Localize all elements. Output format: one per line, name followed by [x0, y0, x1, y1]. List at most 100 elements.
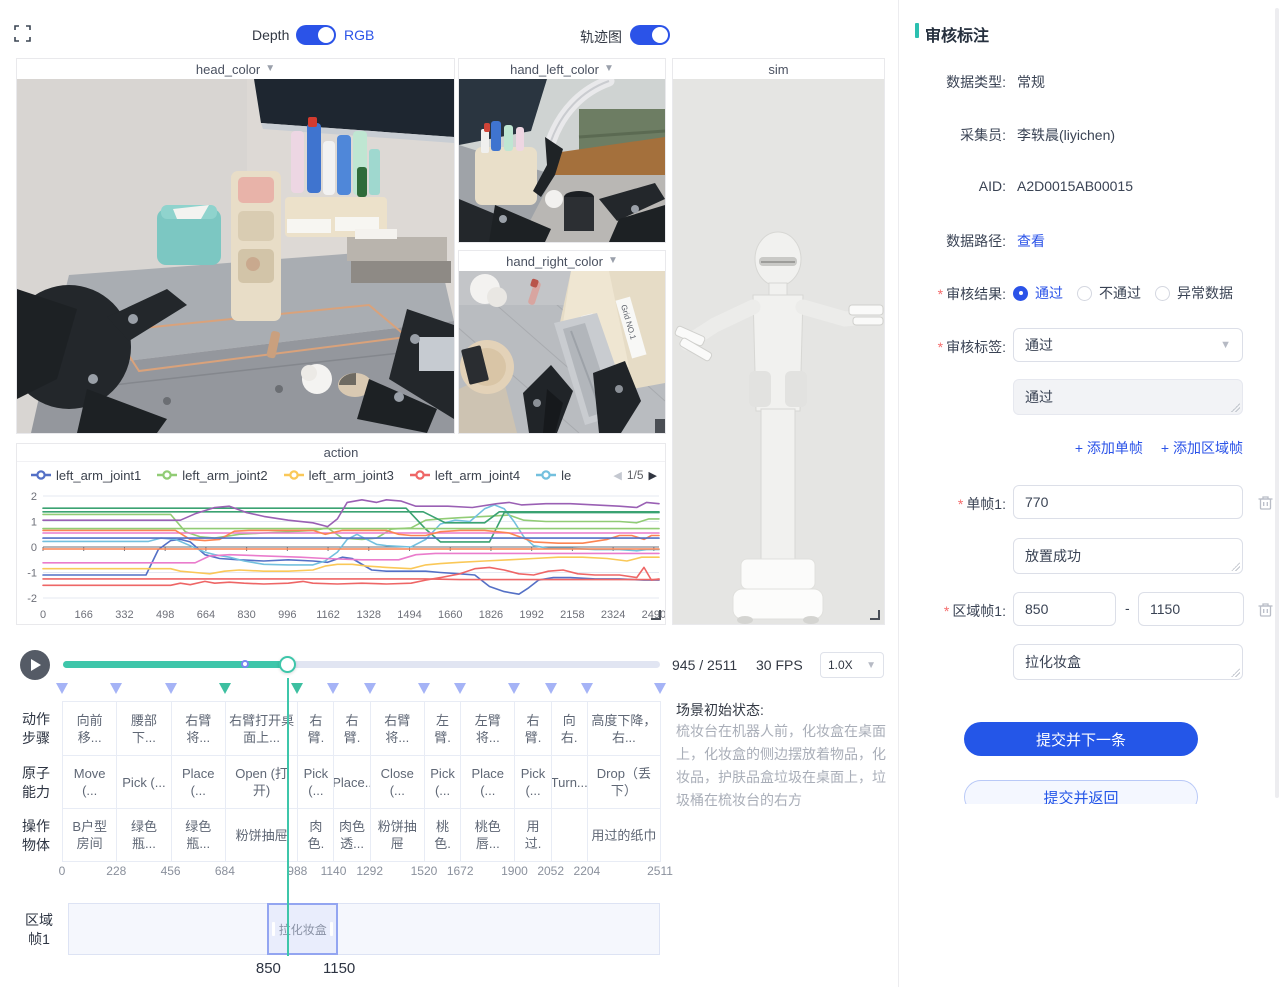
trajectory-toggle[interactable]	[630, 25, 670, 45]
timeline-marker[interactable]	[654, 683, 666, 700]
segment-cell[interactable]: Place..	[334, 756, 370, 809]
legend-item[interactable]: left_arm_joint1	[31, 468, 141, 483]
delete-region-frame-icon[interactable]	[1257, 601, 1274, 618]
progress-handle[interactable]	[279, 656, 296, 673]
segment-cell[interactable]: 右臂.	[515, 702, 551, 756]
single-frame-input[interactable]: 770	[1013, 485, 1243, 519]
segment-cell[interactable]: Pick (...	[515, 756, 551, 809]
svg-text:1494: 1494	[397, 609, 421, 621]
timeline-marker[interactable]	[418, 683, 430, 700]
data-path-link[interactable]: 查看	[1017, 231, 1045, 251]
review-result-radio[interactable]: 异常数据	[1155, 283, 1233, 303]
segment-cell[interactable]	[552, 809, 588, 862]
segment-cell[interactable]: Close (...	[371, 756, 425, 809]
segment-cell[interactable]: 肉色.	[298, 809, 334, 862]
segment-cell[interactable]: 右臂将...	[172, 702, 226, 756]
legend-item[interactable]: left_arm_joint4	[410, 468, 520, 483]
segment-cell[interactable]: 高度下降，右...	[588, 702, 661, 756]
legend-page-indicator: 1/5	[627, 468, 644, 482]
segment-cell[interactable]: 桃色.	[425, 809, 461, 862]
panel-scrollbar[interactable]	[1275, 8, 1279, 798]
scene-state-body: 梳妆台在机器人前，化妆盒在桌面上，化妆盒的侧边摆放着物品，化妆品，护肤品盒垃圾在…	[676, 720, 894, 812]
hand-left-camera-title[interactable]: hand_left_color ▼	[459, 59, 665, 79]
segment-cell[interactable]: 腰部下...	[117, 702, 171, 756]
depth-rgb-toggle[interactable]	[296, 25, 336, 45]
segment-cell[interactable]: B户型房间	[63, 809, 117, 862]
timeline-marker[interactable]	[454, 683, 466, 700]
segment-cell[interactable]: Turn...	[552, 756, 588, 809]
chevron-down-icon: ▼	[265, 63, 275, 74]
legend-item[interactable]: left_arm_joint2	[157, 468, 267, 483]
single-frame-dot[interactable]	[241, 660, 249, 668]
segment-cell[interactable]: Move (...	[63, 756, 117, 809]
region-segment[interactable]: 拉化妆盒	[267, 903, 338, 955]
region-left-handle[interactable]	[272, 922, 275, 936]
head-camera-title[interactable]: head_color ▼	[17, 59, 454, 79]
sim-robot-image[interactable]	[673, 79, 884, 624]
timeline-marker[interactable]	[219, 683, 231, 700]
segment-cell[interactable]: 向右.	[552, 702, 588, 756]
delete-single-frame-icon[interactable]	[1257, 494, 1274, 511]
resize-corner-icon[interactable]	[651, 610, 661, 620]
segment-cell[interactable]: 绿色瓶...	[117, 809, 171, 862]
segment-cell[interactable]: 右臂.	[334, 702, 370, 756]
segment-cell[interactable]: Place (...	[172, 756, 226, 809]
resize-grip-icon[interactable]	[1231, 668, 1240, 677]
segment-cell[interactable]: Pick (...	[298, 756, 334, 809]
timeline-marker[interactable]	[364, 683, 376, 700]
timeline-marker[interactable]	[165, 683, 177, 700]
resize-grip-icon[interactable]	[1231, 562, 1240, 571]
segment-cell[interactable]: 右臂.	[298, 702, 334, 756]
timeline-marker[interactable]	[56, 683, 68, 700]
legend-prev-icon[interactable]: ◀	[613, 469, 621, 482]
segment-cell[interactable]: 向前移...	[63, 702, 117, 756]
segment-cell[interactable]: 绿色瓶...	[172, 809, 226, 862]
timeline-marker[interactable]	[291, 683, 303, 700]
legend-item[interactable]: left_arm_joint3	[284, 468, 394, 483]
resize-corner-icon[interactable]	[870, 610, 880, 620]
legend-next-icon[interactable]: ▶	[649, 469, 657, 482]
fullscreen-icon[interactable]	[14, 25, 31, 42]
segment-cell[interactable]: 右臂将...	[371, 702, 425, 756]
region-band[interactable]: 拉化妆盒	[68, 903, 660, 955]
frame-axis-label: 1520	[411, 864, 438, 878]
segment-cell[interactable]: Place (...	[461, 756, 515, 809]
segment-cell[interactable]: 用过.	[515, 809, 551, 862]
review-result-radio[interactable]: 通过	[1013, 283, 1063, 303]
review-tag-note[interactable]: 通过	[1013, 379, 1243, 415]
resize-grip-icon[interactable]	[1231, 403, 1240, 412]
trajectory-label: 轨迹图	[580, 27, 622, 47]
segment-cell[interactable]: 桃色唇...	[461, 809, 515, 862]
region-right-handle[interactable]	[330, 922, 333, 936]
timeline-marker[interactable]	[545, 683, 557, 700]
segment-cell[interactable]: 左臂将...	[461, 702, 515, 756]
timeline-marker[interactable]	[110, 683, 122, 700]
add-region-frame-link[interactable]: + 添加区域帧	[1161, 438, 1243, 458]
submit-back-button[interactable]: 提交并返回	[964, 780, 1198, 804]
segment-cell[interactable]: 左臂.	[425, 702, 461, 756]
region-end-input[interactable]: 1150	[1138, 592, 1244, 626]
region-frame-note[interactable]: 拉化妆盒	[1013, 644, 1243, 680]
timeline-marker[interactable]	[581, 683, 593, 700]
rgb-label: RGB	[344, 27, 374, 43]
add-single-frame-link[interactable]: + 添加单帧	[1075, 438, 1143, 458]
region-start-input[interactable]: 850	[1013, 592, 1116, 626]
segment-cell[interactable]: 肉色透...	[334, 809, 370, 862]
segment-cell[interactable]: 用过的纸巾	[588, 809, 661, 862]
single-frame-note[interactable]: 放置成功	[1013, 538, 1243, 574]
review-result-radio[interactable]: 不通过	[1077, 283, 1141, 303]
timeline-marker[interactable]	[327, 683, 339, 700]
segment-cell[interactable]: 粉饼抽屉	[371, 809, 425, 862]
submit-next-button[interactable]: 提交并下一条	[964, 722, 1198, 756]
playhead-line[interactable]	[287, 678, 289, 956]
hand-right-camera-title[interactable]: hand_right_color ▼	[459, 251, 665, 271]
segment-cell[interactable]: Pick (...	[117, 756, 171, 809]
play-button[interactable]	[20, 650, 50, 680]
segment-cell[interactable]: Drop（丢下）	[588, 756, 661, 809]
progress-track[interactable]	[63, 661, 660, 668]
speed-select[interactable]: 1.0X ▼	[820, 652, 884, 678]
segment-cell[interactable]: Pick (...	[425, 756, 461, 809]
timeline-marker[interactable]	[508, 683, 520, 700]
review-tag-select[interactable]: 通过 ▼	[1013, 328, 1243, 362]
legend-item[interactable]: le	[536, 468, 571, 483]
